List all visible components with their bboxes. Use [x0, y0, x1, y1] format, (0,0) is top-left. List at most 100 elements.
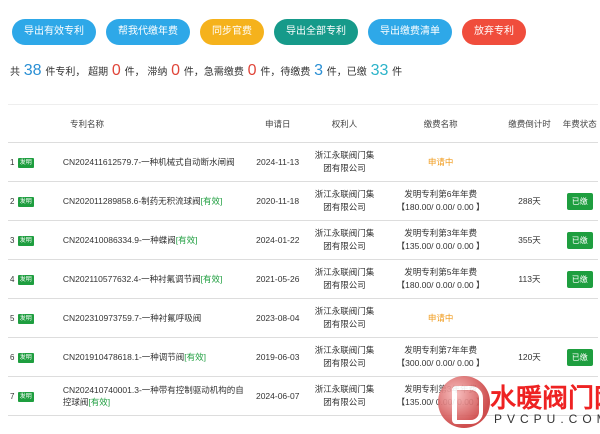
- status-cell: 已缴: [561, 221, 598, 260]
- valid-badge: [有效]: [175, 235, 198, 245]
- apply-date: 2024-01-22: [255, 235, 300, 245]
- type-cell: 发明: [17, 143, 63, 182]
- patent-summary: 共 38 件专利， 超期 0 件， 滞纳 0 件，急需缴费 0 件，待缴费 3 …: [10, 62, 402, 80]
- header-owner: 权利人: [305, 104, 384, 143]
- table-row[interactable]: 3 发明 CN202410086334.9-一种蝶阀[有效] 2024-01-22 浙江…: [8, 221, 598, 260]
- owner-line2: 团有限公司: [323, 280, 366, 290]
- countdown-days: [497, 299, 561, 338]
- row-index: 4: [10, 274, 15, 284]
- apply-date: 2019-06-03: [255, 352, 300, 362]
- abandon-patent-button[interactable]: 放弃专利: [462, 19, 526, 45]
- owner-cell: 浙江永联阀门集 团有限公司: [305, 260, 383, 299]
- pay-annual-fee-button[interactable]: 帮我代缴年费: [106, 19, 190, 45]
- patent-name[interactable]: CN202110577632.4-一种衬氟调节阀: [63, 274, 201, 284]
- owner-line1: 浙江永联阀门集: [314, 228, 375, 238]
- type-cell: 发明: [17, 182, 63, 221]
- paid-status-badge[interactable]: 已缴: [566, 348, 593, 366]
- export-all-button[interactable]: 导出全部专利: [274, 19, 358, 45]
- countdown-days: 113天: [518, 274, 541, 284]
- apply-date: 2024-11-13: [256, 157, 300, 167]
- late-count: 0: [171, 62, 181, 79]
- countdown-days: 355天: [518, 235, 541, 245]
- valid-badge: [有效]: [184, 352, 207, 362]
- patent-name[interactable]: CN201910478618.1-一种调节阀: [63, 352, 184, 362]
- fee-amount: 【180.00/ 0.00/ 0.00 】: [396, 280, 485, 290]
- patent-name[interactable]: CN202410086334.9-一种蝶阀: [63, 235, 176, 245]
- header-name: 专利名称: [8, 104, 251, 143]
- fee-pending: 申请中: [427, 312, 454, 323]
- countdown-days: 288天: [518, 196, 541, 206]
- patent-name[interactable]: CN202411612579.7-一种机械式自动断水闸阀: [63, 157, 235, 167]
- patent-name-cell: CN202310973759.7-一种衬氟呼吸阀: [63, 299, 250, 338]
- patent-name-cell: CN202410086334.9-一种蝶阀[有效]: [63, 221, 250, 260]
- patent-name-cell: CN201910478618.1-一种调节阀[有效]: [63, 338, 250, 377]
- owner-line2: 团有限公司: [323, 202, 366, 212]
- apply-date: 2020-11-18: [256, 196, 300, 206]
- fee-name: 发明专利第3年年费: [404, 228, 477, 238]
- table-row[interactable]: 6 发明 CN201910478618.1-一种调节阀[有效] 2019-06-03 浙…: [8, 338, 598, 377]
- row-index: 2: [10, 196, 15, 206]
- sync-official-fee-button[interactable]: 同步官费: [200, 19, 264, 45]
- urgent-count: 0: [247, 62, 257, 79]
- fee-cell: 发明专利第5年年费 【180.00/ 0.00/ 0.00 】: [384, 260, 498, 299]
- owner-cell: 浙江永联阀门集 团有限公司: [305, 182, 383, 221]
- patent-name-cell: CN202011289858.6-制药无积流球阀[有效]: [63, 182, 250, 221]
- status-cell: [561, 299, 598, 338]
- table-row[interactable]: 1 发明 CN202411612579.7-一种机械式自动断水闸阀 2024-11-1…: [8, 143, 598, 182]
- paid-count: 33: [370, 62, 389, 79]
- invention-tag: 发明: [17, 236, 34, 246]
- fee-cell: 发明专利第3年年费【135.00/ 0.00/ 0.00 】: [384, 221, 498, 260]
- watermark-logo-icon: [438, 376, 490, 428]
- paid-status-badge[interactable]: 已缴: [566, 192, 593, 210]
- paid-status-badge[interactable]: 已缴: [566, 270, 593, 288]
- fee-name: 发明专利第5年年费: [404, 267, 477, 277]
- fee-cell: 发明专利第7年年费 【300.00/ 0.00/ 0.00 】: [384, 338, 498, 377]
- status-cell: 已缴: [561, 260, 598, 299]
- apply-date: 2024-06-07: [255, 391, 300, 401]
- summary-text: 共: [10, 67, 20, 78]
- invention-tag: 发明: [17, 353, 34, 363]
- type-cell: 发明: [17, 377, 63, 416]
- table-row[interactable]: 5 发明 CN202310973759.7-一种衬氟呼吸阀 2023-08-04 浙江永…: [8, 299, 598, 338]
- owner-cell: 浙江永联阀门集 团有限公司: [305, 377, 383, 416]
- fee-amount: 【180.00/ 0.00/ 0.00 】: [396, 202, 485, 212]
- header-fee: 缴费名称: [383, 104, 498, 143]
- row-index: 5: [10, 313, 15, 323]
- table-row[interactable]: 2 发明 CN202011289858.6-制药无积流球阀[有效] 2020-11-1…: [8, 182, 598, 221]
- patent-name-cell: CN202110577632.4-一种衬氟调节阀[有效]: [63, 260, 250, 299]
- table-row[interactable]: 4 发明 CN202110577632.4-一种衬氟调节阀[有效] 2021-05-2…: [8, 260, 598, 299]
- overdue-count: 0: [111, 62, 121, 79]
- header-date: 申请日: [250, 104, 306, 143]
- table-header-row: 专利名称 申请日 权利人 缴费名称 缴费倒计时 年费状态: [8, 104, 598, 143]
- row-index: 1: [10, 157, 15, 167]
- export-fee-list-button[interactable]: 导出缴费清单: [368, 19, 452, 45]
- patent-name[interactable]: CN202011289858.6-制药无积流球阀: [63, 196, 201, 206]
- total-count: 38: [23, 62, 42, 79]
- patent-name[interactable]: CN202310973759.7-一种衬氟呼吸阀: [63, 313, 201, 323]
- fee-pending: 申请中: [427, 156, 454, 167]
- fee-name: 发明专利第6年年费: [404, 189, 477, 199]
- action-toolbar: 导出有效专利 帮我代缴年费 同步官费 导出全部专利 导出缴费清单 放弃专利: [12, 19, 526, 45]
- row-index: 7: [10, 391, 15, 401]
- invention-tag: 发明: [17, 392, 34, 402]
- owner-line1: 浙江永联阀门集: [314, 267, 375, 277]
- owner-line1: 浙江永联阀门集: [314, 306, 375, 316]
- owner-line2: 团有限公司: [323, 163, 366, 173]
- type-cell: 发明: [17, 299, 63, 338]
- status-cell: 已缴: [561, 338, 598, 377]
- owner-line2: 团有限公司: [323, 397, 366, 407]
- header-countdown: 缴费倒计时: [497, 104, 562, 143]
- patent-name-cell: CN202410740001.3-一种带有控制驱动机构的自控球阀[有效]: [63, 377, 250, 416]
- type-cell: 发明: [17, 338, 63, 377]
- valid-badge: [有效]: [200, 196, 223, 206]
- paid-status-badge[interactable]: 已缴: [566, 231, 593, 249]
- invention-tag: 发明: [17, 275, 34, 285]
- watermark-url: PVCPU.COM: [494, 412, 600, 426]
- export-valid-button[interactable]: 导出有效专利: [12, 19, 96, 45]
- patent-table: 专利名称 申请日 权利人 缴费名称 缴费倒计时 年费状态 1 发明 CN202411…: [8, 104, 598, 416]
- fee-amount: 【300.00/ 0.00/ 0.00 】: [396, 358, 485, 368]
- row-index: 3: [10, 235, 15, 245]
- pending-count: 3: [314, 62, 324, 79]
- owner-line1: 浙江永联阀门集: [314, 345, 375, 355]
- patent-name-cell: CN202411612579.7-一种机械式自动断水闸阀: [63, 143, 250, 182]
